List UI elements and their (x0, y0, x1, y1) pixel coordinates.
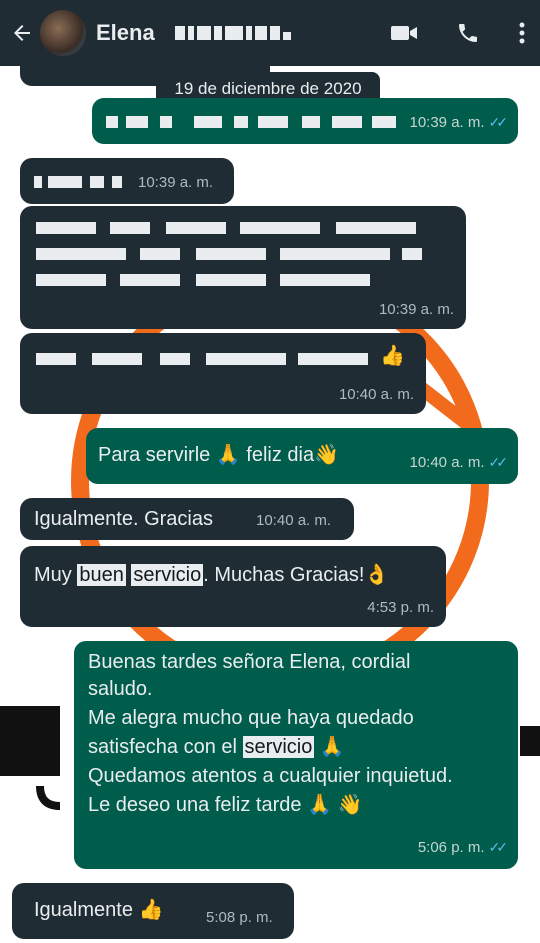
waving-hand-emoji-icon: 👋 (314, 444, 340, 466)
folded-hands-emoji-icon: 🙏 (319, 736, 345, 758)
message-text: Muy buen servicio. Muchas Gracias!👌 (34, 562, 389, 589)
highlighted-search-term: servicio (242, 736, 315, 758)
message-time: 5:06 p. m. ✓✓ (417, 839, 509, 856)
message-time: 10:40 a. m. (338, 386, 414, 403)
chat-area[interactable]: 19 de diciembre de 2020 10:39 a. m. ✓✓ 10… (0, 66, 540, 943)
read-receipt-icon: ✓✓ (488, 114, 509, 130)
message-bubble-incoming[interactable]: Igualmente. Gracias 10:40 a. m. (20, 498, 354, 540)
message-bubble-incoming[interactable]: Muy buen servicio. Muchas Gracias!👌 4:53… (20, 546, 446, 627)
message-bubble-outgoing[interactable]: Para servirle 🙏 feliz dia👋 10:40 a. m. ✓✓ (86, 428, 518, 484)
waving-hand-emoji-icon: 👋 (337, 794, 363, 816)
message-text: Igualmente. Gracias (34, 508, 213, 530)
message-time: 10:40 a. m. (256, 512, 332, 529)
message-text: Igualmente 👍 (34, 897, 163, 924)
message-bubble-outgoing[interactable]: Buenas tardes señora Elena, cordial salu… (74, 641, 518, 869)
avatar[interactable] (40, 10, 86, 56)
redacted-contact-status (174, 26, 291, 40)
message-bubble-outgoing[interactable]: 10:39 a. m. ✓✓ (92, 98, 518, 144)
folded-hands-emoji-icon: 🙏 (307, 794, 332, 816)
message-time: 10:39 a. m. (138, 174, 214, 191)
message-time: 5:08 p. m. (206, 909, 273, 926)
ok-hand-emoji-icon: 👌 (364, 564, 390, 586)
read-receipt-icon: ✓✓ (488, 839, 509, 855)
thumbs-up-emoji-icon: 👍 (138, 899, 164, 921)
back-arrow-icon (14, 25, 30, 41)
phone-icon[interactable] (456, 21, 480, 45)
video-call-icon[interactable] (390, 23, 418, 43)
highlighted-search-term: buen (77, 564, 126, 586)
message-bubble-incoming[interactable]: 10:39 a. m. (20, 158, 234, 204)
message-bubble-incoming[interactable]: Igualmente 👍 5:08 p. m. (12, 883, 294, 939)
thumbs-up-emoji-icon: 👍 (380, 345, 405, 367)
message-time: 10:40 a. m. ✓✓ (409, 454, 509, 471)
message-time: 4:53 p. m. (367, 599, 434, 616)
back-button[interactable] (4, 0, 40, 66)
contact-name[interactable]: Elena (96, 20, 155, 46)
message-bubble-incoming[interactable]: 👍 10:40 a. m. (20, 333, 426, 414)
highlighted-search-term: servicio (131, 564, 204, 586)
message-bubble-incoming[interactable]: 10:39 a. m. (20, 206, 466, 329)
redacted-text (36, 222, 436, 292)
chat-header: Elena (0, 0, 540, 66)
folded-hands-emoji-icon: 🙏 (215, 444, 241, 466)
message-text: Para servirle 🙏 feliz dia👋 (98, 442, 339, 469)
message-time: 10:39 a. m. (378, 301, 454, 318)
message-time: 10:39 a. m. ✓✓ (409, 114, 509, 131)
read-receipt-icon: ✓✓ (488, 454, 509, 470)
message-text: Buenas tardes señora Elena, cordial salu… (88, 649, 508, 819)
more-menu-icon[interactable] (518, 21, 526, 45)
